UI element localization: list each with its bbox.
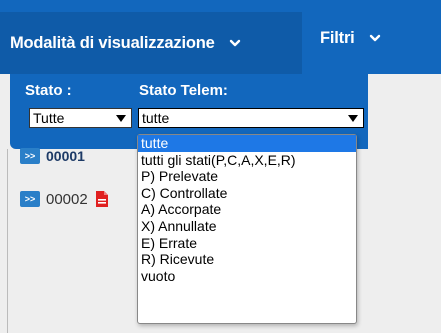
chevron-down-icon <box>369 32 381 44</box>
dropdown-option[interactable]: P) Prelevate <box>138 168 356 185</box>
page: Modalità di visualizzazione Filtri Stato… <box>0 0 441 333</box>
tab-filtri[interactable]: Filtri <box>320 22 381 54</box>
dropdown-arrow-icon <box>116 115 126 122</box>
open-row-button[interactable]: >> <box>20 148 40 164</box>
table-row: >> 00001 <box>8 148 148 164</box>
chevron-down-icon <box>229 37 241 49</box>
tab-modalita-visualizzazione[interactable]: Modalità di visualizzazione <box>0 12 302 74</box>
dropdown-option[interactable]: tutti gli stati(P,C,A,X,E,R) <box>138 152 356 169</box>
pdf-icon[interactable] <box>95 191 108 207</box>
stato-select[interactable]: Tutte <box>29 108 132 128</box>
stato-telem-select-value: tutte <box>142 110 170 126</box>
open-row-button[interactable]: >> <box>20 191 40 207</box>
dropdown-option[interactable]: A) Accorpate <box>138 201 356 218</box>
stato-telem-options-list: tutte tutti gli stati(P,C,A,X,E,R) P) Prel… <box>137 134 357 324</box>
divider <box>7 149 8 333</box>
dropdown-option[interactable]: C) Controllate <box>138 185 356 202</box>
row-number: 00001 <box>46 148 85 164</box>
dropdown-arrow-icon <box>348 115 358 122</box>
dropdown-option[interactable]: E) Errate <box>138 235 356 252</box>
dropdown-option[interactable]: vuoto <box>138 268 356 285</box>
tab-modalita-label: Modalità di visualizzazione <box>10 33 215 52</box>
tab-filtri-label: Filtri <box>320 28 355 47</box>
table-row: >> 00002 <box>8 186 148 212</box>
stato-label: Stato : <box>25 82 72 99</box>
dropdown-option[interactable]: R) Ricevute <box>138 251 356 268</box>
stato-telem-select[interactable]: tutte <box>138 108 364 128</box>
dropdown-option[interactable]: X) Annullate <box>138 218 356 235</box>
top-bar: Modalità di visualizzazione Filtri <box>0 0 441 74</box>
dropdown-option[interactable]: tutte <box>138 135 356 152</box>
stato-select-value: Tutte <box>33 110 65 126</box>
row-number: 00002 <box>46 190 88 208</box>
stato-telem-label: Stato Telem: <box>139 82 228 99</box>
